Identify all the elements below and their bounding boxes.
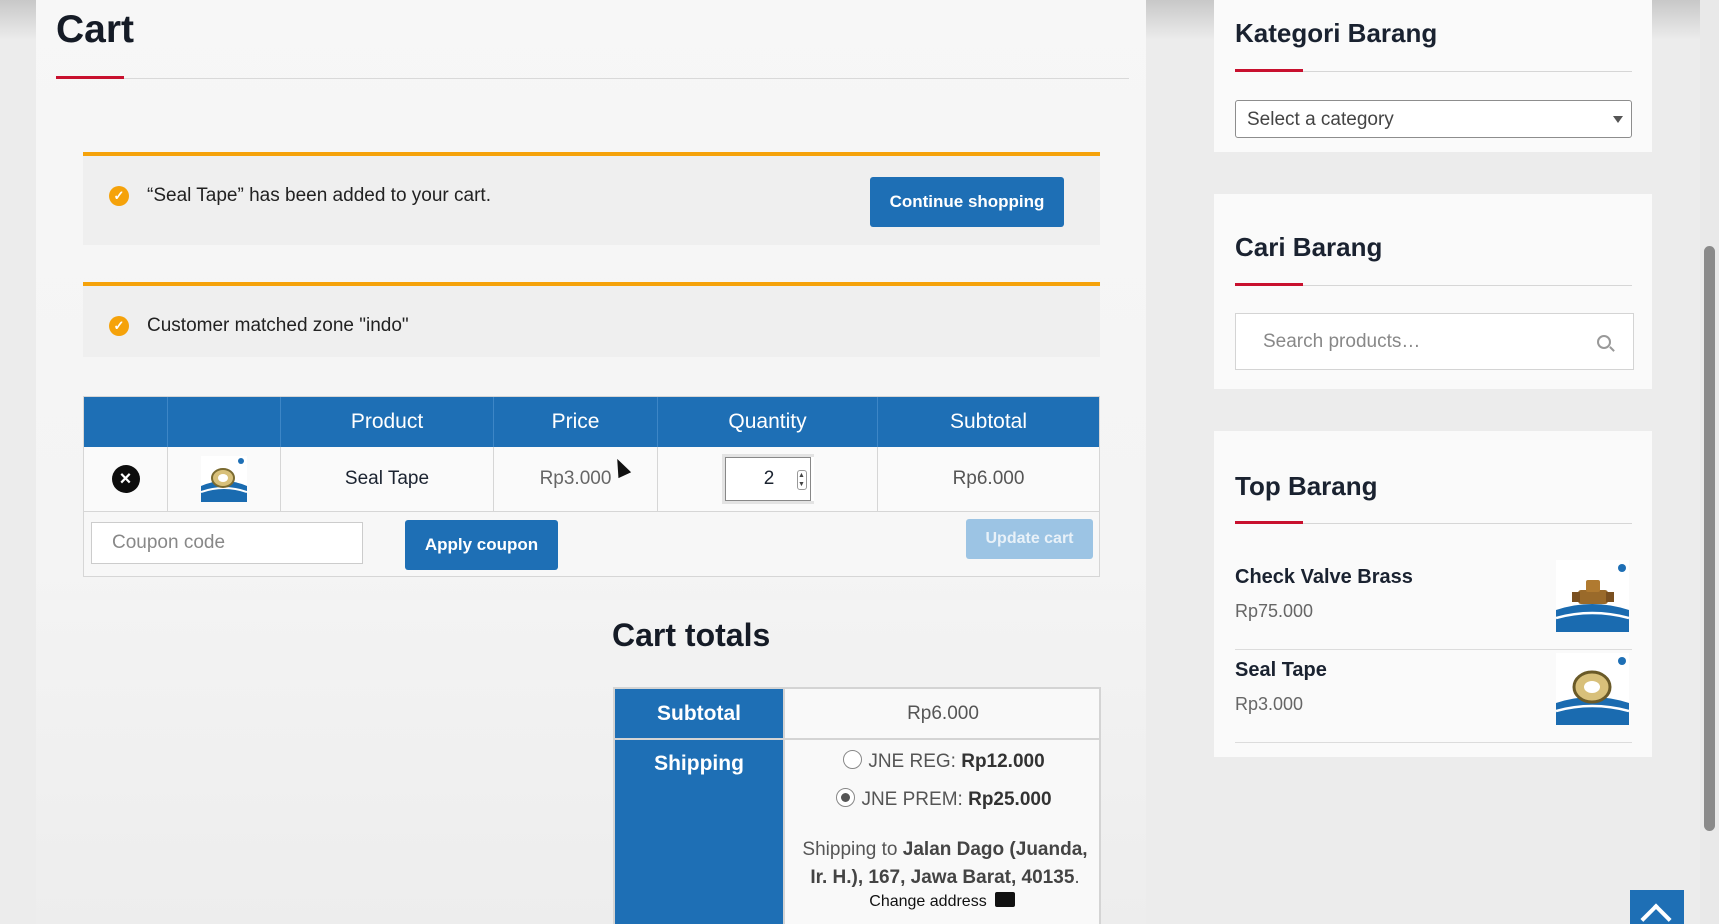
widget-accent-line (1235, 521, 1303, 524)
category-select[interactable]: Select a category (1235, 100, 1632, 138)
option-name: JNE PREM: (861, 789, 963, 810)
main-content: Cart ✓ “Seal Tape” has been added to you… (36, 0, 1146, 924)
spinner-icon[interactable]: ▲ ▼ (796, 470, 807, 490)
widget-accent-line (1235, 283, 1303, 286)
remove-cell: × (84, 447, 168, 511)
top-item-price: Rp75.000 (1235, 601, 1314, 621)
top-item-price: Rp3.000 (1235, 694, 1304, 714)
top-item-name[interactable]: Check Valve Brass (1235, 566, 1413, 589)
category-widget-title: Kategori Barang (1235, 18, 1438, 48)
cart-totals-title: Cart totals (612, 617, 771, 653)
quantity-stepper[interactable]: 2 ▲ ▼ (721, 454, 814, 504)
option-price: Rp25.000 (968, 789, 1052, 810)
top-products-title: Top Barang (1235, 471, 1378, 501)
coupon-row: Apply coupon Update cart (84, 512, 1099, 576)
apply-coupon-button[interactable]: Apply coupon (405, 520, 558, 570)
notice-message: “Seal Tape” has been added to your cart. (147, 185, 491, 206)
top-products-widget: Top Barang Check Valve Brass Rp75.000 Se… (1214, 431, 1652, 757)
quantity-value: 2 (763, 468, 775, 489)
check-icon: ✓ (109, 186, 129, 206)
coupon-input[interactable] (91, 522, 363, 564)
subtotal-value: Rp6.000 (783, 689, 1101, 738)
product-subtotal: Rp6.000 (952, 468, 1025, 489)
shipping-to-suffix: . (1074, 867, 1080, 888)
search-icon[interactable] (1597, 335, 1611, 349)
shipping-option-jne-reg[interactable]: JNE REG: Rp12.000 (785, 750, 1103, 773)
search-placeholder: Search products… (1263, 331, 1421, 352)
check-icon: ✓ (109, 316, 129, 336)
header-subtotal: Subtotal (949, 410, 1028, 433)
cart-table: Product Price Quantity Subtotal × Seal T… (83, 396, 1100, 577)
search-widget-title: Cari Barang (1235, 232, 1383, 262)
title-divider (56, 78, 1129, 79)
shipping-destination: Shipping to Jalan Dago (Juanda, Ir. H.),… (793, 836, 1097, 892)
search-widget: Cari Barang Search products… (1214, 194, 1652, 389)
widget-accent-line (1235, 69, 1303, 72)
back-to-top-button[interactable] (1630, 890, 1684, 924)
quantity-cell: 2 ▲ ▼ (658, 447, 878, 511)
category-select-value: Select a category (1247, 109, 1394, 130)
cart-totals-table: Subtotal Rp6.000 Shipping JNE REG: Rp12.… (613, 687, 1101, 924)
remove-item-icon[interactable]: × (111, 465, 140, 493)
product-price: Rp3.000 (494, 447, 658, 511)
header-remove (84, 397, 168, 447)
option-name: JNE REG: (868, 751, 956, 772)
check-valve-thumbnail[interactable] (1556, 560, 1629, 632)
list-item[interactable]: Check Valve Brass Rp75.000 (1235, 558, 1632, 650)
option-price: Rp12.000 (961, 751, 1045, 772)
list-item[interactable]: Seal Tape Rp3.000 (1235, 651, 1632, 743)
zone-notice: ✓ Customer matched zone "indo" (83, 282, 1100, 357)
shipping-to-prefix: Shipping to (802, 839, 898, 860)
product-name[interactable]: Seal Tape (281, 447, 494, 511)
header-thumbnail (168, 397, 281, 447)
subtotal-label: Subtotal (615, 689, 783, 738)
seal-tape-thumbnail[interactable] (1556, 653, 1629, 725)
shipping-label: Shipping (615, 740, 783, 924)
change-address-link[interactable]: Change address (783, 892, 1101, 911)
category-widget: Kategori Barang Select a category (1214, 0, 1652, 152)
header-product: Product (281, 397, 494, 447)
table-row: × Seal Tape Rp3.000 2 ▲ ▼ Rp6.000 (84, 447, 1099, 512)
continue-shopping-button[interactable]: Continue shopping (870, 177, 1064, 227)
radio-checked[interactable] (836, 788, 856, 807)
title-accent-line (56, 76, 124, 79)
change-address-label: Change address (869, 893, 987, 910)
truck-icon (994, 892, 1015, 907)
search-input[interactable]: Search products… (1235, 313, 1634, 370)
header-quantity: Quantity (658, 397, 878, 447)
notice-message: Customer matched zone "indo" (147, 315, 409, 336)
cart-table-header: Product Price Quantity Subtotal (84, 397, 1099, 447)
thumbnail-cell (168, 447, 281, 511)
chevron-down-icon (1613, 116, 1623, 123)
added-to-cart-notice: ✓ “Seal Tape” has been added to your car… (83, 152, 1100, 245)
top-item-name[interactable]: Seal Tape (1235, 659, 1327, 682)
page-title: Cart (56, 8, 135, 51)
radio-unchecked[interactable] (843, 750, 863, 769)
update-cart-button[interactable]: Update cart (966, 519, 1093, 559)
seal-tape-thumbnail[interactable] (201, 456, 247, 502)
shipping-option-jne-prem[interactable]: JNE PREM: Rp25.000 (785, 788, 1103, 811)
scrollbar-thumb[interactable] (1704, 246, 1715, 831)
header-price: Price (494, 397, 658, 447)
